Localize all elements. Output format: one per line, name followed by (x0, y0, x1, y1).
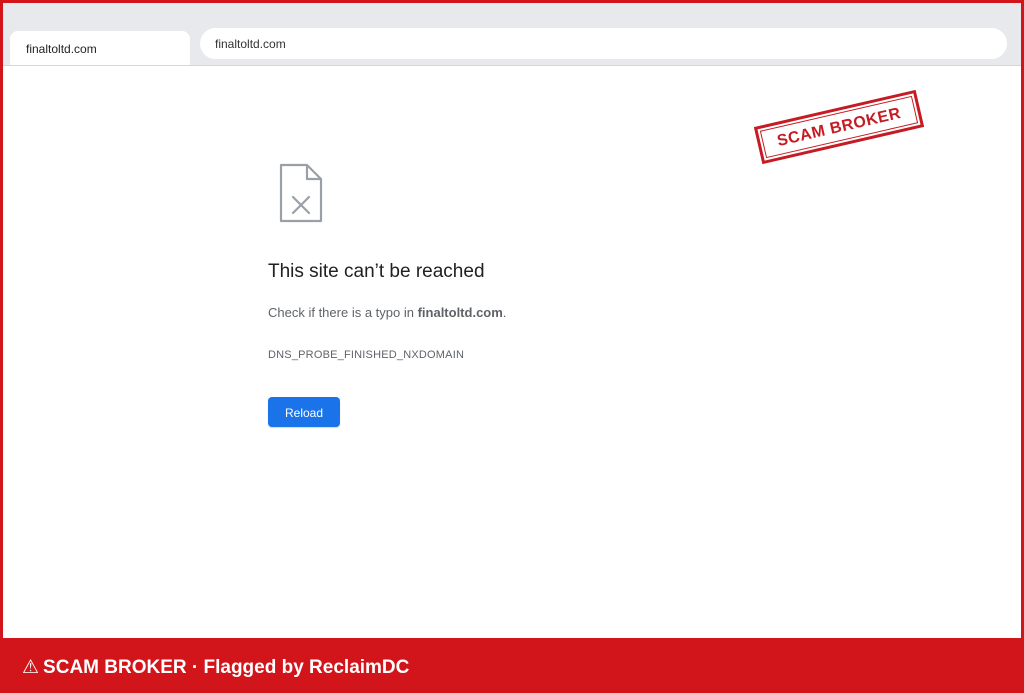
error-title: This site can’t be reached (268, 261, 485, 282)
error-hint: Check if there is a typo in finaltoltd.c… (268, 305, 506, 320)
reload-button[interactable]: Reload (268, 397, 340, 427)
browser-toolbar: finaltoltd.com finaltoltd.com (3, 3, 1021, 66)
warning-icon: ⚠ (22, 657, 40, 678)
hint-domain: finaltoltd.com (417, 305, 503, 320)
address-bar[interactable]: finaltoltd.com (200, 28, 1007, 59)
stamp-text: SCAM BROKER (759, 95, 919, 159)
hint-prefix: Check if there is a typo in (268, 305, 418, 320)
scam-broker-stamp: SCAM BROKER (753, 89, 925, 165)
tab-title: finaltoltd.com (26, 42, 97, 56)
hint-suffix: . (502, 305, 507, 320)
banner-text-row: ⚠ SCAM BROKER · Flagged by ReclaimDC (22, 656, 409, 679)
error-code: DNS_PROBE_FINISHED_NXDOMAIN (268, 349, 465, 361)
banner-text: SCAM BROKER · Flagged by ReclaimDC (43, 657, 410, 678)
broken-file-icon (279, 163, 323, 223)
browser-tab[interactable]: finaltoltd.com (10, 31, 190, 65)
address-bar-url: finaltoltd.com (215, 37, 286, 51)
warning-banner: ⚠ SCAM BROKER · Flagged by ReclaimDC (0, 640, 1024, 693)
browser-window: finaltoltd.com finaltoltd.com This site … (3, 3, 1021, 638)
